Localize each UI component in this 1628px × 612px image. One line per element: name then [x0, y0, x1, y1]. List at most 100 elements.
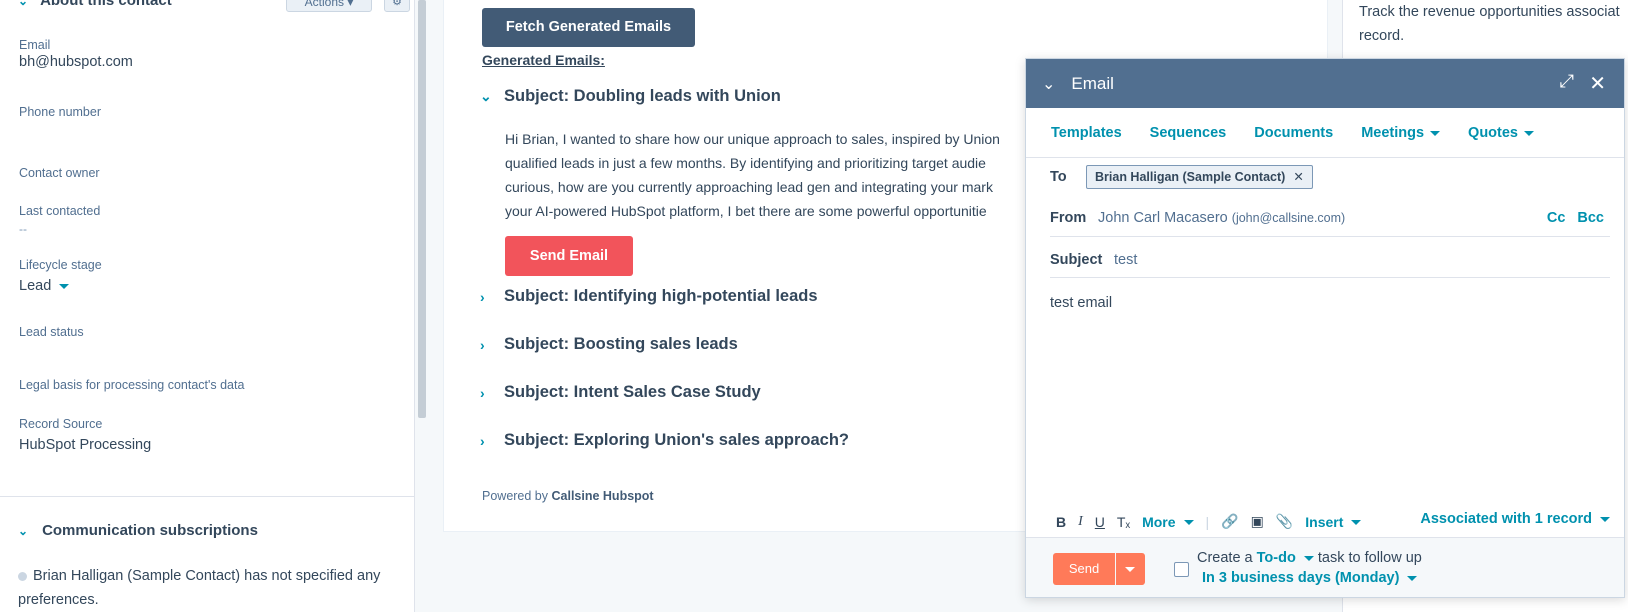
bcc-link[interactable]: Bcc [1577, 210, 1604, 226]
task-type-dropdown[interactable]: To-do [1257, 550, 1314, 566]
powered-by: Powered by Callsine Hubspot [482, 489, 654, 503]
scrollbar-thumb[interactable] [418, 0, 426, 418]
property-label: Legal basis for processing contact's dat… [19, 378, 245, 392]
tab-documents[interactable]: Documents [1254, 125, 1333, 141]
email-property: Email bh@hubspot.com [19, 38, 133, 70]
fetch-emails-button[interactable]: Fetch Generated Emails [482, 8, 695, 47]
email-body-preview: Hi Brian, I wanted to share how our uniq… [505, 131, 1000, 219]
insert-dropdown[interactable]: Insert [1305, 514, 1362, 530]
property-label: Contact owner [19, 166, 100, 180]
lead-status-property: Lead status [19, 325, 84, 339]
chevron-right-icon: › [480, 288, 485, 305]
remove-recipient-icon[interactable]: ✕ [1293, 170, 1303, 184]
caret-down-icon [1430, 130, 1441, 136]
status-dot-icon [18, 571, 27, 581]
chevron-right-icon: › [480, 432, 485, 449]
clear-format-icon[interactable]: Tₓ [1117, 514, 1130, 530]
about-section-title: About this contact [40, 0, 172, 9]
gear-icon[interactable]: ⚙ [384, 0, 410, 12]
to-label: To [1050, 169, 1067, 185]
sidebar-scrollbar[interactable] [415, 0, 429, 612]
last-contacted-property: Last contacted -- [19, 204, 100, 236]
subject-label: Subject [1050, 252, 1103, 268]
property-label: Phone number [19, 105, 102, 119]
comm-status: Brian Halligan (Sample Contact) has not … [18, 568, 381, 608]
from-selector[interactable]: John Carl Macasero (john@callsine.com) [1098, 210, 1345, 226]
lifecycle-property: Lifecycle stage Lead [19, 258, 102, 294]
email-compose-popup: ⌄ Email ⤢ ✕ Templates Sequences Document… [1025, 58, 1625, 598]
email-subject-toggle[interactable]: › Subject: Exploring Union's sales appro… [480, 431, 849, 450]
email-tabs: Templates Sequences Documents Meetings Q… [1051, 125, 1534, 141]
image-icon[interactable]: ▣ [1251, 513, 1264, 530]
email-subject-toggle[interactable]: ⌄ Subject: Doubling leads with Union [480, 87, 781, 106]
from-label: From [1050, 210, 1087, 226]
send-email-button[interactable]: Send Email [505, 236, 633, 276]
close-icon[interactable]: ✕ [1589, 71, 1606, 96]
send-options-dropdown[interactable] [1116, 553, 1145, 585]
property-label: Record Source [19, 417, 103, 431]
actions-dropdown[interactable]: Actions ▾ [286, 0, 372, 12]
legal-basis-property: Legal basis for processing contact's dat… [19, 378, 244, 392]
property-label: Email [19, 38, 51, 52]
chevron-down-icon: ⌄ [480, 88, 492, 104]
create-task-checkbox[interactable] [1174, 562, 1189, 577]
lifecycle-dropdown[interactable]: Lead [19, 278, 102, 294]
caret-down-icon [59, 283, 70, 289]
caret-down-icon [1600, 516, 1610, 522]
phone-property: Phone number [19, 105, 101, 119]
divider [1050, 236, 1610, 237]
caret-down-icon [1125, 567, 1135, 572]
email-subject-toggle[interactable]: › Subject: Intent Sales Case Study [480, 383, 761, 402]
record-source-property: Record Source HubSpot Processing [19, 417, 151, 453]
property-label: Lead status [19, 325, 84, 339]
chevron-right-icon: › [480, 336, 485, 353]
send-button[interactable]: Send [1053, 553, 1115, 585]
about-section-header[interactable]: ⌄ About this contact [18, 0, 172, 9]
email-subject-toggle[interactable]: › Subject: Identifying high-potential le… [480, 287, 818, 306]
italic-icon[interactable]: I [1078, 514, 1083, 530]
caret-down-icon [1183, 520, 1194, 526]
email-footer: Send Create a To-do task to follow up In… [1026, 537, 1624, 597]
caret-down-icon [1303, 555, 1314, 561]
caret-down-icon [1407, 575, 1418, 581]
link-icon[interactable]: 🔗 [1221, 513, 1238, 530]
task-text: Create a To-do task to follow up [1197, 550, 1422, 566]
cc-link[interactable]: Cc [1547, 210, 1566, 226]
tab-meetings[interactable]: Meetings [1361, 125, 1441, 141]
chevron-right-icon: › [480, 384, 485, 401]
tab-templates[interactable]: Templates [1051, 125, 1122, 141]
minimize-chevron-icon[interactable]: ⌄ [1042, 74, 1055, 94]
underline-icon[interactable]: U [1095, 514, 1105, 530]
email-subject-toggle[interactable]: › Subject: Boosting sales leads [480, 335, 738, 354]
generated-emails-title: Generated Emails: [482, 52, 605, 68]
contact-sidebar: ⌄ About this contact Actions ▾ ⚙ Email b… [0, 0, 415, 612]
divider [1026, 157, 1624, 158]
property-label: Last contacted [19, 204, 101, 218]
attachment-icon[interactable]: 📎 [1276, 513, 1293, 530]
task-due-dropdown[interactable]: In 3 business days (Monday) [1202, 570, 1418, 586]
comm-section-header[interactable]: ⌄ Communication subscriptions [18, 522, 258, 539]
associated-records-dropdown[interactable]: Associated with 1 record [1420, 511, 1610, 527]
property-value: -- [19, 222, 27, 236]
property-value: HubSpot Processing [19, 437, 152, 453]
deals-description: Track the revenue opportunities associat… [1359, 4, 1620, 44]
toolbar-separator: | [1205, 513, 1210, 530]
bold-icon[interactable]: B [1056, 514, 1066, 530]
property-label: Lifecycle stage [19, 258, 102, 272]
tab-sequences[interactable]: Sequences [1150, 125, 1227, 141]
expand-icon[interactable]: ⤢ [1560, 71, 1574, 92]
comm-section-title: Communication subscriptions [42, 522, 258, 539]
email-popup-header: ⌄ Email ⤢ ✕ [1026, 59, 1624, 108]
divider [0, 496, 414, 497]
tab-quotes[interactable]: Quotes [1468, 125, 1534, 141]
caret-down-icon [1524, 130, 1534, 136]
email-body-editor[interactable]: test email [1050, 295, 1112, 311]
powered-brand-link[interactable]: Callsine Hubspot [552, 489, 654, 503]
popup-title: Email [1071, 73, 1114, 93]
subject-input[interactable]: test [1114, 252, 1137, 268]
more-dropdown[interactable]: More [1142, 514, 1194, 530]
recipient-chip[interactable]: Brian Halligan (Sample Contact) ✕ [1086, 165, 1313, 189]
divider [1050, 277, 1610, 278]
format-toolbar: B I U Tₓ More | 🔗 ▣ 📎 Insert [1056, 513, 1362, 530]
property-value[interactable]: bh@hubspot.com [19, 54, 133, 70]
